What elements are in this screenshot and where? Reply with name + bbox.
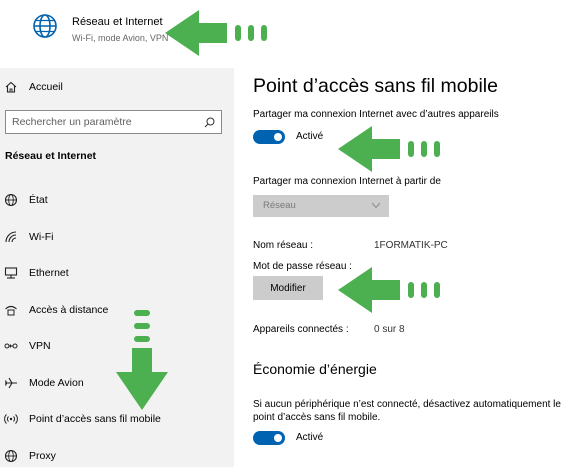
sidebar-item-label: Proxy [29,450,56,462]
header-subtitle: Wi-Fi, mode Avion, VPN [72,33,169,43]
sidebar-item-label: Point d’accès sans fil mobile [29,413,161,425]
sidebar-item-wifi[interactable]: Wi-Fi [0,222,234,252]
network-name-value: 1FORMATIK-PC [374,240,448,251]
energy-saving-toggle[interactable] [253,431,285,445]
share-from-value: Réseau [263,200,296,211]
sidebar-item-label: Wi-Fi [29,231,54,243]
status-icon [4,193,18,207]
wifi-icon [5,231,17,243]
ethernet-icon [4,267,18,279]
search-box[interactable] [5,110,222,134]
sidebar-item-status[interactable]: État [0,185,234,215]
connected-devices-value: 0 sur 8 [374,324,405,335]
pointer-arrow-left-icon [338,126,440,172]
vpn-icon [4,343,18,349]
sidebar-item-label: État [29,194,48,206]
share-connection-label: Partager ma connexion Internet avec d’au… [253,109,499,120]
proxy-icon [4,449,18,463]
sidebar-item-label: Accès à distance [29,304,109,316]
energy-saving-description: Si aucun périphérique n’est connecté, dé… [253,399,561,423]
section-title: Réseau et Internet [5,150,97,162]
share-connection-toggle[interactable] [253,130,285,144]
chevron-down-icon [371,202,381,209]
energy-toggle-state: Activé [296,432,324,443]
energy-saving-title: Économie d’énergie [253,361,377,377]
pointer-arrow-left-icon [338,267,440,313]
sidebar-item-label: Accueil [29,81,63,93]
sidebar-item-label: VPN [29,340,51,352]
airplane-icon [4,377,17,389]
network-internet-header[interactable]: Réseau et Internet Wi-Fi, mode Avion, VP… [0,0,585,68]
sidebar-item-label: Mode Avion [29,377,84,389]
sidebar-item-proxy[interactable]: Proxy [0,441,234,467]
hotspot-icon [4,414,18,424]
header-title: Réseau et Internet [72,16,163,28]
pointer-arrow-left-icon [165,10,267,56]
share-toggle-state: Activé [296,131,324,142]
search-input[interactable] [6,111,196,133]
page-title: Point d’accès sans fil mobile [253,75,498,97]
search-icon[interactable] [204,117,215,128]
pointer-arrow-down-icon [116,310,168,410]
sidebar-item-home[interactable]: Accueil [0,72,234,102]
network-name-label: Nom réseau : [253,240,314,251]
dialup-icon [5,305,17,316]
modify-button[interactable]: Modifier [253,276,323,300]
sidebar-item-label: Ethernet [29,267,69,279]
share-from-dropdown[interactable]: Réseau [253,195,389,217]
share-from-label: Partager ma connexion Internet à partir … [253,176,441,187]
sidebar-item-ethernet[interactable]: Ethernet [0,258,234,288]
connected-devices-label: Appareils connectés : [253,324,349,335]
home-icon [5,81,17,93]
globe-icon [33,14,57,38]
